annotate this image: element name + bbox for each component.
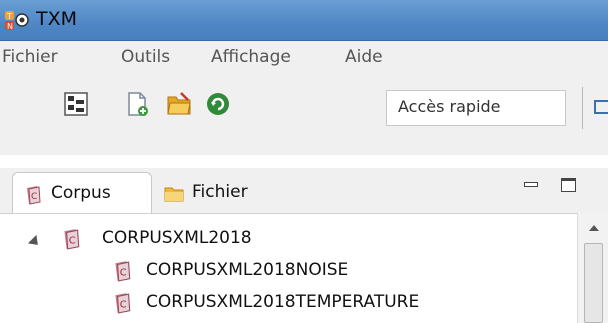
tab-corpus-label: Corpus xyxy=(51,183,111,203)
minimize-view-button[interactable] xyxy=(524,182,538,187)
tab-fichier-label: Fichier xyxy=(192,182,248,202)
quick-access-input[interactable]: Accès rapide xyxy=(386,90,566,126)
corpus-icon: C xyxy=(115,293,131,314)
svg-text:C: C xyxy=(120,267,127,278)
perspective-icon[interactable] xyxy=(594,100,608,114)
tree-item-label: CORPUSXML2018TEMPERATURE xyxy=(146,292,420,312)
tab-corpus[interactable]: C Corpus xyxy=(12,172,152,213)
corpus-icon: C xyxy=(115,261,131,282)
title-bar: T N TXM xyxy=(0,0,608,41)
txm-logo-icon: T N xyxy=(5,11,29,31)
menu-outils[interactable]: Outils xyxy=(121,47,170,67)
scroll-up-arrow-icon[interactable] xyxy=(589,225,599,231)
folder-icon xyxy=(164,187,184,202)
maximize-view-button[interactable] xyxy=(561,178,576,192)
svg-text:T: T xyxy=(6,12,12,21)
scroll-thumb[interactable] xyxy=(584,243,603,323)
svg-text:C: C xyxy=(120,299,127,310)
svg-text:C: C xyxy=(31,192,37,202)
window-title: TXM xyxy=(36,8,78,30)
tab-fichier[interactable]: Fichier xyxy=(152,172,312,213)
view-tab-bar: C Corpus Fichier xyxy=(0,168,608,213)
corpus-tree: C CORPUSXML2018 C CORPUSXML2018NOISE C C… xyxy=(0,213,608,323)
hierarchy-icon[interactable] xyxy=(63,91,89,117)
tree-item-corpusxml2018[interactable]: C CORPUSXML2018 xyxy=(0,224,577,254)
menu-affichage[interactable]: Affichage xyxy=(211,47,291,67)
tree-item-label: CORPUSXML2018NOISE xyxy=(146,260,349,280)
tree-item-label: CORPUSXML2018 xyxy=(102,228,252,248)
new-document-icon[interactable] xyxy=(124,91,150,117)
svg-text:C: C xyxy=(69,235,76,246)
refresh-icon[interactable] xyxy=(205,91,231,117)
menu-bar: Fichier Outils Affichage Aide xyxy=(0,41,608,75)
menu-aide[interactable]: Aide xyxy=(345,47,383,67)
corpus-icon: C xyxy=(27,186,41,205)
expand-arrow-icon[interactable] xyxy=(27,234,43,250)
tree-item-corpusxml2018noise[interactable]: C CORPUSXML2018NOISE xyxy=(0,256,577,286)
vertical-scrollbar[interactable] xyxy=(577,213,608,323)
tree-item-corpusxml2018temperature[interactable]: C CORPUSXML2018TEMPERATURE xyxy=(0,288,577,318)
menu-fichier[interactable]: Fichier xyxy=(2,47,58,67)
corpus-icon: C xyxy=(64,229,80,250)
main-toolbar: Accès rapide xyxy=(0,75,608,155)
svg-text:N: N xyxy=(7,22,13,31)
toolbar-separator xyxy=(582,87,583,129)
open-folder-icon[interactable] xyxy=(166,91,192,117)
